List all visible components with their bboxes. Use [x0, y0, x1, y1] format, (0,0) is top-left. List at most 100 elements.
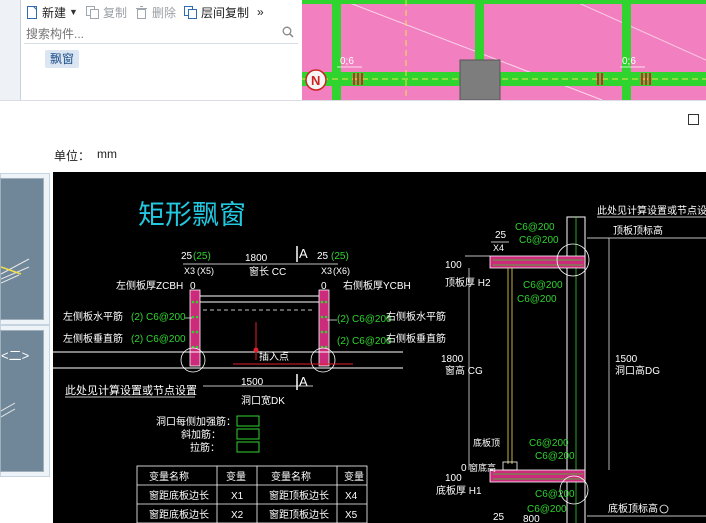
- right-side-slab: [318, 289, 330, 367]
- table-header-2: 变量: [226, 470, 246, 483]
- dim-1500-bottom: 1500: [241, 377, 264, 388]
- search-icon[interactable]: [282, 26, 294, 41]
- top-slab-elev-label: 顶板顶标高: [613, 224, 663, 237]
- dim-left-25-paren: (25): [193, 251, 211, 262]
- dim-800-bottom: 800: [523, 514, 540, 523]
- layer-copy-button-label: 层间复制: [200, 5, 249, 20]
- bottom-bar-label-2: C6@200: [535, 451, 575, 462]
- copy-icon: [86, 5, 100, 19]
- insert-point-marker: [253, 347, 259, 353]
- section-mark-top: A: [299, 246, 308, 261]
- plan-beam-label-2: 0;6: [622, 56, 636, 67]
- plan-column: [459, 59, 501, 100]
- new-document-icon: [25, 5, 39, 19]
- dim-left-25: 25: [181, 251, 193, 262]
- see-calc-note-left: 此处见计算设置或节点设置: [65, 383, 197, 397]
- bottom-bar-label-3: C6@200: [535, 489, 575, 500]
- table-cell-r2c2: X2: [231, 510, 244, 521]
- insert-point-label: 插入点: [259, 350, 289, 363]
- slant-bar-label: 斜加筋：: [181, 428, 221, 441]
- layer-copy-button[interactable]: 层间复制: [180, 1, 253, 23]
- bay-window-diagram[interactable]: 矩形飘窗 25 (25) 1800 A 25 (25) X3 (X5) 窗长 C…: [53, 172, 706, 523]
- window-bottom-elev-label: 窗底高: [469, 462, 496, 473]
- search-input[interactable]: [24, 25, 278, 43]
- table-cell-r2c4: X5: [345, 510, 358, 521]
- section-mark-bottom: A: [299, 374, 308, 389]
- component-search: [24, 25, 298, 44]
- table-cell-r2c3: 窗距顶板边长: [269, 508, 329, 521]
- window-type-thumbnail-1[interactable]: [0, 178, 44, 320]
- plan-beam-label-1: 0;6: [340, 56, 354, 67]
- label-x3-left: X3: [184, 266, 195, 276]
- bottom-slab-elev-label: 底板顶标高: [608, 502, 658, 515]
- new-button-label: 新建: [42, 5, 67, 20]
- right-thickness-label: 右侧板厚YCBH: [343, 279, 411, 292]
- component-toolbar: 新建 ▼ 复制 删除 层间复制 »: [21, 0, 301, 24]
- top-slab-thickness-label: 顶板厚 H2: [445, 276, 491, 289]
- layer-copy-icon: [184, 5, 198, 19]
- top-bar-label-4: C6@200: [517, 294, 557, 305]
- dim-100-bottom: 100: [445, 473, 462, 484]
- left-horizontal-bar-value: (2) C6@200: [131, 312, 186, 323]
- right-vertical-bar-value: (2) C6@200: [337, 336, 392, 347]
- new-button[interactable]: 新建 ▼: [21, 1, 82, 23]
- label-x6: (X6): [333, 266, 350, 276]
- dim-zero-section: 0: [461, 463, 467, 474]
- diagram-title: 矩形飘窗: [138, 200, 246, 230]
- right-horizontal-bar-value: (2) C6@200: [337, 314, 392, 325]
- unit-label: 单位：: [54, 149, 91, 163]
- dim-25-right: 25: [495, 230, 507, 241]
- label-x3-right: X3: [321, 266, 332, 276]
- table-header-4: 变量: [344, 470, 364, 483]
- copy-button-label: 复制: [102, 5, 127, 20]
- delete-button-label: 删除: [151, 5, 176, 20]
- component-item-label: 飘窗: [50, 52, 75, 66]
- table-cell-r1c3: 窗距顶板边长: [269, 489, 329, 502]
- left-horizontal-bar-label: 左侧板水平筋: [63, 310, 123, 323]
- dim-1800-top: 1800: [245, 253, 268, 264]
- opening-add-bar-label: 洞口每侧加强筋：: [156, 415, 236, 428]
- plan-view-canvas[interactable]: 0;6 0;6 N: [302, 0, 706, 100]
- copy-button[interactable]: 复制: [82, 1, 131, 23]
- trash-icon: [135, 5, 149, 19]
- opening-height-label: 洞口高DG: [615, 364, 660, 377]
- table-cell-r1c2: X1: [231, 491, 244, 502]
- window-length-label: 窗长 CC: [249, 265, 286, 278]
- toolbar-more-button[interactable]: »: [253, 1, 268, 23]
- left-vertical-bar-value: (2) C6@200: [131, 334, 186, 345]
- dim-1500-right: 1500: [615, 354, 638, 365]
- right-horizontal-bar-label: 右侧板水平筋: [386, 310, 446, 323]
- top-bar-label-2: C6@200: [519, 235, 559, 246]
- toolbar-more-icon: »: [256, 5, 264, 19]
- component-item-bay-window[interactable]: 飘窗: [45, 50, 80, 68]
- table-cell-r1c1: 窗距底板边长: [149, 489, 209, 502]
- right-vertical-bar-label: 右侧板垂直筋: [386, 332, 446, 345]
- see-calc-note-right: 此处见计算设置或节点设置: [597, 204, 706, 217]
- top-slab: [489, 255, 586, 269]
- table-cell-r2c1: 窗距底板边长: [149, 508, 209, 521]
- label-x5: (X5): [197, 266, 214, 276]
- new-dropdown-icon[interactable]: ▼: [69, 7, 78, 17]
- thumbnail-2-label: <二>: [1, 348, 30, 363]
- window-height-label: 窗高 CG: [445, 364, 483, 377]
- restore-window-icon[interactable]: [688, 114, 699, 125]
- bottom-bar-label-1: C6@200: [529, 438, 569, 449]
- plan-beam-top: [302, 0, 706, 4]
- tie-bar-label: 拉筋：: [190, 441, 220, 454]
- top-bar-label-1: C6@200: [515, 222, 555, 233]
- dim-25-bottom: 25: [493, 512, 505, 523]
- window-type-thumbnail-2[interactable]: <二>: [0, 330, 44, 472]
- bottom-slab-thickness-label: 底板厚 H1: [436, 484, 482, 497]
- opening-width-label: 洞口宽DK: [241, 394, 285, 407]
- thumbnail-2-drawing: [1, 402, 16, 418]
- left-thickness-label: 左侧板厚ZCBH: [116, 279, 183, 292]
- dim-right-25: 25: [317, 251, 329, 262]
- unit-value: mm: [97, 147, 117, 161]
- thumbnail-1-drawing: [0, 258, 30, 284]
- delete-button[interactable]: 删除: [131, 1, 180, 23]
- dim-right-25-paren: (25): [331, 251, 349, 262]
- bottom-slab-top-label: 底板顶: [473, 437, 500, 448]
- table-header-1: 变量名称: [149, 470, 189, 483]
- panel-divider: [0, 100, 706, 101]
- left-side-slab: [189, 289, 201, 367]
